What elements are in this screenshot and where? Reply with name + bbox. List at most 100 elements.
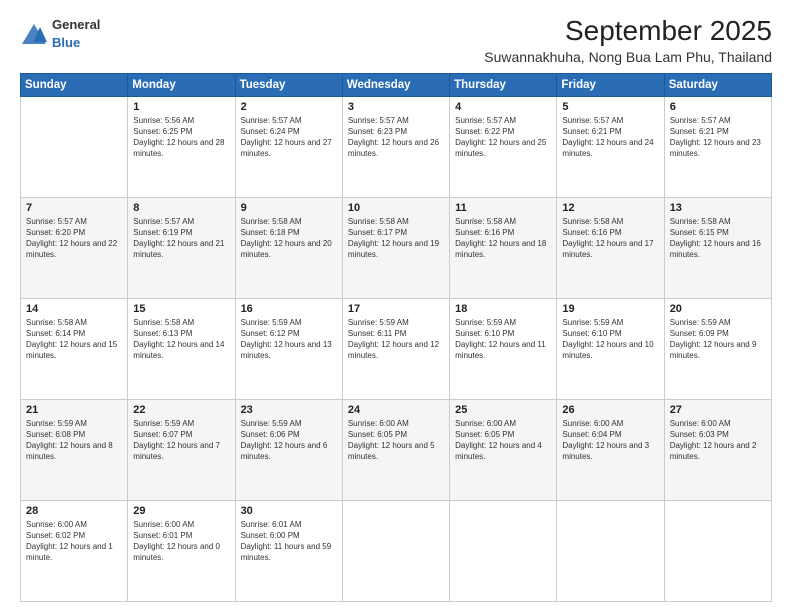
day-detail: Sunrise: 5:57 AMSunset: 6:23 PMDaylight:… <box>348 115 444 160</box>
day-detail: Sunrise: 5:58 AMSunset: 6:14 PMDaylight:… <box>26 317 122 362</box>
day-number: 19 <box>562 303 658 315</box>
col-saturday: Saturday <box>664 73 771 96</box>
table-row: 1 Sunrise: 5:56 AMSunset: 6:25 PMDayligh… <box>128 96 235 197</box>
day-number: 16 <box>241 303 337 315</box>
header: General Blue September 2025 Suwannakhuha… <box>20 16 772 65</box>
logo-blue-line: Blue <box>52 34 100 52</box>
col-monday: Monday <box>128 73 235 96</box>
day-number: 28 <box>26 505 122 517</box>
day-detail: Sunrise: 5:59 AMSunset: 6:06 PMDaylight:… <box>241 418 337 463</box>
logo: General Blue <box>20 16 100 52</box>
day-detail: Sunrise: 5:58 AMSunset: 6:18 PMDaylight:… <box>241 216 337 261</box>
day-number: 12 <box>562 202 658 214</box>
col-thursday: Thursday <box>450 73 557 96</box>
table-row: 15 Sunrise: 5:58 AMSunset: 6:13 PMDaylig… <box>128 298 235 399</box>
table-row: 2 Sunrise: 5:57 AMSunset: 6:24 PMDayligh… <box>235 96 342 197</box>
day-number: 24 <box>348 404 444 416</box>
day-detail: Sunrise: 5:57 AMSunset: 6:19 PMDaylight:… <box>133 216 229 261</box>
calendar-title: September 2025 <box>484 16 772 47</box>
table-row: 28 Sunrise: 6:00 AMSunset: 6:02 PMDaylig… <box>21 500 128 601</box>
calendar-week-row: 14 Sunrise: 5:58 AMSunset: 6:14 PMDaylig… <box>21 298 772 399</box>
day-detail: Sunrise: 6:00 AMSunset: 6:05 PMDaylight:… <box>455 418 551 463</box>
calendar-header-row: Sunday Monday Tuesday Wednesday Thursday… <box>21 73 772 96</box>
day-detail: Sunrise: 5:58 AMSunset: 6:16 PMDaylight:… <box>562 216 658 261</box>
table-row: 19 Sunrise: 5:59 AMSunset: 6:10 PMDaylig… <box>557 298 664 399</box>
table-row: 30 Sunrise: 6:01 AMSunset: 6:00 PMDaylig… <box>235 500 342 601</box>
day-detail: Sunrise: 6:00 AMSunset: 6:04 PMDaylight:… <box>562 418 658 463</box>
col-tuesday: Tuesday <box>235 73 342 96</box>
day-number: 10 <box>348 202 444 214</box>
day-number: 17 <box>348 303 444 315</box>
day-number: 9 <box>241 202 337 214</box>
table-row: 14 Sunrise: 5:58 AMSunset: 6:14 PMDaylig… <box>21 298 128 399</box>
day-detail: Sunrise: 5:59 AMSunset: 6:07 PMDaylight:… <box>133 418 229 463</box>
day-detail: Sunrise: 5:58 AMSunset: 6:17 PMDaylight:… <box>348 216 444 261</box>
col-sunday: Sunday <box>21 73 128 96</box>
calendar-week-row: 28 Sunrise: 6:00 AMSunset: 6:02 PMDaylig… <box>21 500 772 601</box>
calendar-table: Sunday Monday Tuesday Wednesday Thursday… <box>20 73 772 602</box>
day-number: 13 <box>670 202 766 214</box>
table-row: 8 Sunrise: 5:57 AMSunset: 6:19 PMDayligh… <box>128 197 235 298</box>
day-number: 25 <box>455 404 551 416</box>
logo-general-text: General <box>52 17 100 32</box>
logo-text: General Blue <box>52 16 100 52</box>
day-number: 30 <box>241 505 337 517</box>
col-wednesday: Wednesday <box>342 73 449 96</box>
table-row: 3 Sunrise: 5:57 AMSunset: 6:23 PMDayligh… <box>342 96 449 197</box>
col-friday: Friday <box>557 73 664 96</box>
day-detail: Sunrise: 5:57 AMSunset: 6:24 PMDaylight:… <box>241 115 337 160</box>
table-row: 25 Sunrise: 6:00 AMSunset: 6:05 PMDaylig… <box>450 399 557 500</box>
calendar-week-row: 1 Sunrise: 5:56 AMSunset: 6:25 PMDayligh… <box>21 96 772 197</box>
day-detail: Sunrise: 5:58 AMSunset: 6:15 PMDaylight:… <box>670 216 766 261</box>
table-row: 7 Sunrise: 5:57 AMSunset: 6:20 PMDayligh… <box>21 197 128 298</box>
logo-blue-text: Blue <box>52 35 80 50</box>
day-number: 1 <box>133 101 229 113</box>
day-detail: Sunrise: 6:01 AMSunset: 6:00 PMDaylight:… <box>241 519 337 564</box>
day-detail: Sunrise: 5:59 AMSunset: 6:10 PMDaylight:… <box>455 317 551 362</box>
calendar-page: General Blue September 2025 Suwannakhuha… <box>0 0 792 612</box>
day-number: 3 <box>348 101 444 113</box>
table-row: 12 Sunrise: 5:58 AMSunset: 6:16 PMDaylig… <box>557 197 664 298</box>
table-row <box>664 500 771 601</box>
calendar-week-row: 7 Sunrise: 5:57 AMSunset: 6:20 PMDayligh… <box>21 197 772 298</box>
table-row: 18 Sunrise: 5:59 AMSunset: 6:10 PMDaylig… <box>450 298 557 399</box>
table-row: 21 Sunrise: 5:59 AMSunset: 6:08 PMDaylig… <box>21 399 128 500</box>
day-number: 29 <box>133 505 229 517</box>
table-row: 27 Sunrise: 6:00 AMSunset: 6:03 PMDaylig… <box>664 399 771 500</box>
day-number: 5 <box>562 101 658 113</box>
day-detail: Sunrise: 5:58 AMSunset: 6:16 PMDaylight:… <box>455 216 551 261</box>
day-number: 14 <box>26 303 122 315</box>
table-row: 9 Sunrise: 5:58 AMSunset: 6:18 PMDayligh… <box>235 197 342 298</box>
table-row: 10 Sunrise: 5:58 AMSunset: 6:17 PMDaylig… <box>342 197 449 298</box>
day-detail: Sunrise: 6:00 AMSunset: 6:03 PMDaylight:… <box>670 418 766 463</box>
table-row: 29 Sunrise: 6:00 AMSunset: 6:01 PMDaylig… <box>128 500 235 601</box>
day-number: 26 <box>562 404 658 416</box>
day-number: 11 <box>455 202 551 214</box>
day-detail: Sunrise: 5:57 AMSunset: 6:20 PMDaylight:… <box>26 216 122 261</box>
calendar-week-row: 21 Sunrise: 5:59 AMSunset: 6:08 PMDaylig… <box>21 399 772 500</box>
logo-general: General <box>52 16 100 34</box>
table-row <box>342 500 449 601</box>
table-row: 13 Sunrise: 5:58 AMSunset: 6:15 PMDaylig… <box>664 197 771 298</box>
calendar-subtitle: Suwannakhuha, Nong Bua Lam Phu, Thailand <box>484 49 772 65</box>
day-number: 8 <box>133 202 229 214</box>
day-number: 6 <box>670 101 766 113</box>
day-number: 2 <box>241 101 337 113</box>
day-detail: Sunrise: 5:57 AMSunset: 6:22 PMDaylight:… <box>455 115 551 160</box>
table-row: 11 Sunrise: 5:58 AMSunset: 6:16 PMDaylig… <box>450 197 557 298</box>
logo-icon <box>20 22 48 46</box>
day-number: 4 <box>455 101 551 113</box>
day-detail: Sunrise: 5:57 AMSunset: 6:21 PMDaylight:… <box>670 115 766 160</box>
table-row: 4 Sunrise: 5:57 AMSunset: 6:22 PMDayligh… <box>450 96 557 197</box>
table-row: 26 Sunrise: 6:00 AMSunset: 6:04 PMDaylig… <box>557 399 664 500</box>
table-row: 6 Sunrise: 5:57 AMSunset: 6:21 PMDayligh… <box>664 96 771 197</box>
day-detail: Sunrise: 5:59 AMSunset: 6:08 PMDaylight:… <box>26 418 122 463</box>
day-detail: Sunrise: 5:57 AMSunset: 6:21 PMDaylight:… <box>562 115 658 160</box>
day-number: 23 <box>241 404 337 416</box>
day-number: 22 <box>133 404 229 416</box>
day-detail: Sunrise: 6:00 AMSunset: 6:05 PMDaylight:… <box>348 418 444 463</box>
table-row: 5 Sunrise: 5:57 AMSunset: 6:21 PMDayligh… <box>557 96 664 197</box>
day-detail: Sunrise: 5:59 AMSunset: 6:09 PMDaylight:… <box>670 317 766 362</box>
day-number: 27 <box>670 404 766 416</box>
table-row: 24 Sunrise: 6:00 AMSunset: 6:05 PMDaylig… <box>342 399 449 500</box>
